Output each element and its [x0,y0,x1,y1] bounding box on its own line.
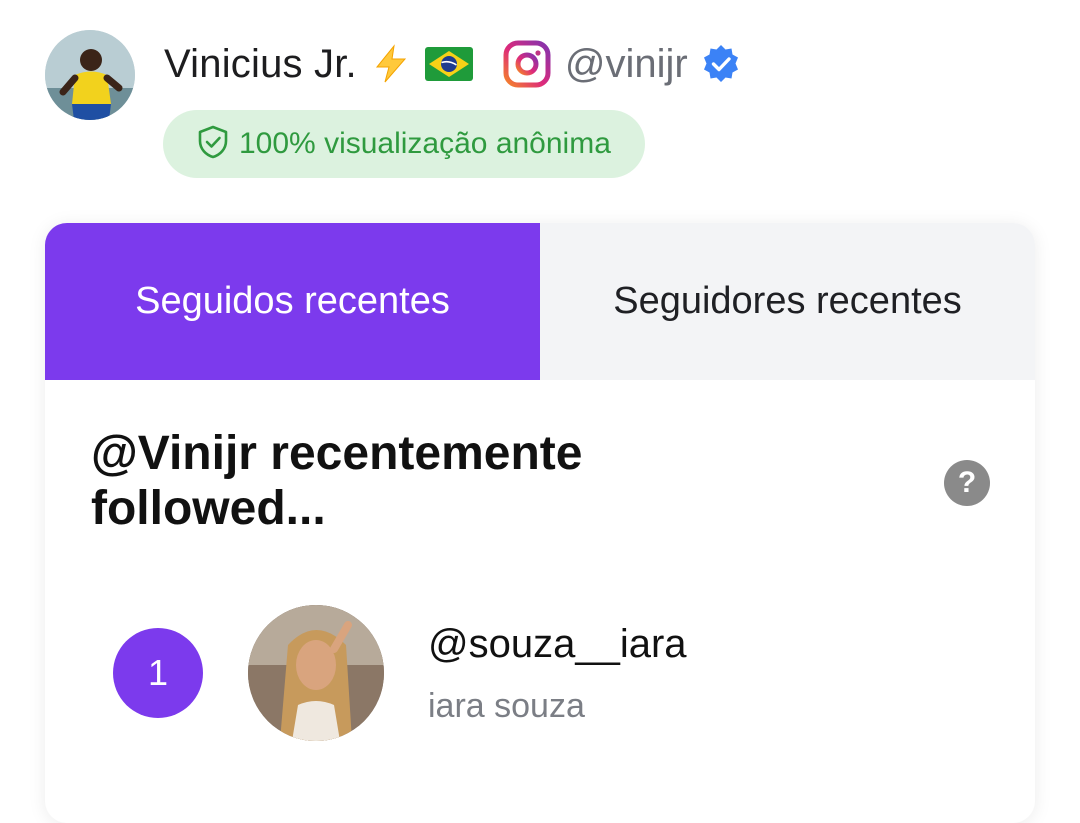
help-icon[interactable]: ? [944,460,990,506]
rank-badge: 1 [113,628,203,718]
profile-title-row: Vinicius Jr. @vinijr [164,38,742,90]
profile-name: Vinicius Jr. [164,41,357,86]
brazil-flag-icon [424,47,473,81]
verified-badge-icon [700,43,742,85]
anonymous-view-badge: 100% visualização anônima [163,110,645,178]
tab-seguidos-recentes[interactable]: Seguidos recentes [45,223,540,380]
tab-seguidores-recentes[interactable]: Seguidores recentes [540,223,1035,380]
anonymous-view-text: 100% visualização anônima [239,127,611,160]
tab-bar: Seguidos recentes Seguidores recentes [45,223,1035,380]
profile-handle[interactable]: @vinijr [565,42,688,87]
profile-avatar[interactable] [45,30,135,120]
user-avatar[interactable] [248,605,384,741]
instagram-icon[interactable] [503,40,551,88]
lightning-emoji [371,44,411,84]
recent-activity-card: Seguidos recentes Seguidores recentes @V… [45,223,1035,823]
user-handle[interactable]: @souza__iara [428,622,687,667]
list-item[interactable]: 1 @souza__iara iara souza [45,603,1035,743]
user-display-name: iara souza [428,687,585,725]
profile-header: Vinicius Jr. @vinijr 100% visualização a… [45,30,1045,190]
section-title: @Vinijr recentemente followed... [91,427,583,535]
shield-check-icon [197,125,229,164]
